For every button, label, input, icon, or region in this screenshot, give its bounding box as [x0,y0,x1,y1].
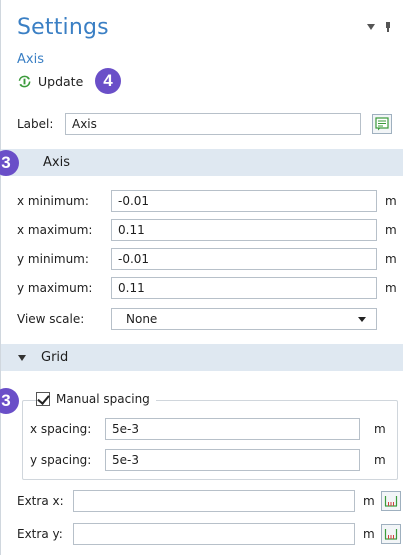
x-minimum-row: x minimum: m [17,189,401,213]
extra-y-row: Extra y: m [17,522,401,546]
manual-spacing-label: Manual spacing [56,392,150,406]
range-icon [384,496,397,507]
extra-x-label: Extra x: [17,494,64,508]
x-minimum-unit: m [385,194,397,208]
y-minimum-unit: m [385,252,397,266]
callout-badge-4: 4 [95,68,121,94]
panel-title: Settings [17,15,109,40]
extra-x-input[interactable] [73,490,355,512]
extra-x-range-button[interactable] [380,491,401,511]
text-list-icon [375,117,389,131]
extra-y-input[interactable] [73,523,355,545]
x-maximum-label: x maximum: [17,223,93,237]
panel-menu-chevron-icon[interactable] [367,24,375,30]
label-field-label: Label: [17,117,54,131]
x-maximum-unit: m [385,223,397,237]
grid-section-title: Grid [41,350,69,365]
y-minimum-row: y minimum: m [17,247,401,271]
refresh-icon [18,75,31,88]
update-label: Update [38,74,84,89]
dropdown-arrow-icon [358,316,366,322]
extra-x-unit: m [363,494,375,508]
node-name: Axis [17,52,44,67]
manual-spacing-toggle[interactable]: Manual spacing [36,392,156,406]
view-scale-value: None [126,312,158,326]
manual-spacing-checkbox[interactable] [36,392,50,406]
y-maximum-row: y maximum: m [17,276,401,300]
range-icon [384,529,397,540]
y-maximum-label: y maximum: [17,281,93,295]
settings-panel: Settings Axis Update 4 Label: Axis Axis … [0,0,403,555]
label-options-button[interactable] [372,114,392,134]
view-scale-label: View scale: [17,312,85,326]
y-maximum-input[interactable] [111,277,377,299]
pin-icon[interactable] [385,22,391,32]
extra-y-unit: m [363,527,375,541]
x-maximum-input[interactable] [111,219,377,241]
view-scale-row: View scale: None [17,307,401,331]
extra-y-range-button[interactable] [380,524,401,544]
label-row: Label: [17,112,395,136]
x-minimum-input[interactable] [111,190,377,212]
callout-badge-3-grid: 3 [0,388,19,414]
x-spacing-unit: m [374,422,386,436]
x-spacing-label: x spacing: [30,422,92,436]
x-maximum-row: x maximum: m [17,218,401,242]
x-spacing-row: x spacing: m [30,417,390,441]
axis-section-title: Axis [43,155,70,170]
axis-section-header[interactable]: Axis [1,149,403,176]
y-maximum-unit: m [385,281,397,295]
y-spacing-row: y spacing: m [30,448,390,472]
update-button[interactable]: Update [17,74,83,89]
grid-section-header[interactable]: Grid [1,344,403,371]
panel-header-controls [367,22,391,32]
label-input[interactable] [65,113,361,135]
view-scale-select[interactable]: None [111,308,377,330]
x-minimum-label: x minimum: [17,194,89,208]
y-spacing-label: y spacing: [30,453,92,467]
extra-y-label: Extra y: [17,527,63,541]
extra-x-row: Extra x: m [17,489,401,513]
x-spacing-input[interactable] [105,418,360,440]
y-spacing-input[interactable] [105,449,360,471]
collapse-caret-icon[interactable] [18,354,26,361]
y-minimum-label: y minimum: [17,252,89,266]
y-minimum-input[interactable] [111,248,377,270]
y-spacing-unit: m [374,453,386,467]
